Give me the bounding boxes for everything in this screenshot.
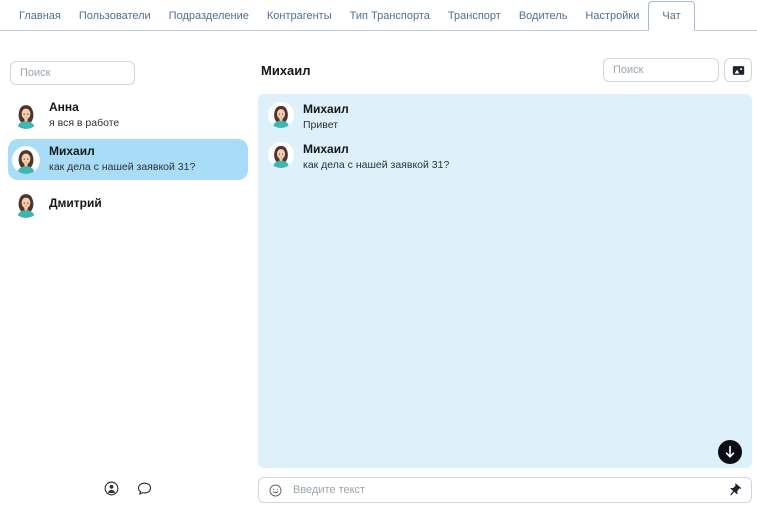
message-text: Привет (303, 119, 349, 132)
avatar (12, 146, 40, 174)
message-composer (258, 477, 752, 503)
chat-item-text: Михаил как дела с нашей заявкой 31? (49, 145, 195, 173)
messages-area: Михаил Привет Михаил как дела с нашей за… (258, 94, 752, 468)
chat-list-panel: Анна я вся в работе Михаил как дела с на… (8, 55, 248, 503)
image-icon (731, 64, 746, 77)
arrow-down-icon (718, 440, 742, 464)
chat-item-last-message: как дела с нашей заявкой 31? (49, 161, 195, 174)
chat-item-mikhail[interactable]: Михаил как дела с нашей заявкой 31? (8, 139, 248, 179)
chat-item-name: Михаил (49, 145, 195, 159)
avatar (268, 102, 294, 128)
chat-item-text: Дмитрий (49, 197, 102, 211)
chat-item-name: Дмитрий (49, 197, 102, 211)
chat-application-window: Главная Пользователи Подразделение Контр… (0, 0, 757, 507)
chat-item-name: Анна (49, 101, 119, 115)
message-content: Михаил Привет (303, 102, 349, 131)
conversation-title: Михаил (261, 63, 311, 78)
smiley-emoji-icon[interactable] (268, 483, 283, 498)
tab-voditel[interactable]: Водитель (510, 2, 577, 30)
chat-list-footer (8, 480, 248, 503)
tab-transport[interactable]: Транспорт (439, 2, 510, 30)
media-button[interactable] (724, 58, 752, 82)
chat-item-dmitriy[interactable]: Дмитрий (8, 184, 248, 224)
message-content: Михаил как дела с нашей заявкой 31? (303, 142, 449, 171)
chat-item-text: Анна я вся в работе (49, 101, 119, 129)
tab-podrazdelenie[interactable]: Подразделение (160, 2, 258, 30)
pushpin-icon[interactable] (727, 483, 742, 498)
message-sender: Михаил (303, 143, 449, 157)
chats-icon[interactable] (136, 480, 153, 497)
scroll-to-bottom-button[interactable] (718, 440, 742, 464)
chat-page: Анна я вся в работе Михаил как дела с на… (0, 31, 757, 507)
conversation-header: Михаил (258, 55, 752, 85)
message-search-input[interactable] (603, 58, 719, 82)
conversation-header-controls (603, 58, 752, 82)
tab-kontragenty[interactable]: Контрагенты (258, 2, 341, 30)
chat-list: Анна я вся в работе Михаил как дела с на… (8, 95, 248, 224)
tab-nastroyki[interactable]: Настройки (576, 2, 648, 30)
message-text-input[interactable] (293, 478, 717, 502)
message-sender: Михаил (303, 103, 349, 117)
avatar (12, 101, 40, 129)
message: Михаил Привет (268, 102, 742, 131)
avatar (12, 190, 40, 218)
conversation-panel: Михаил Михаил (258, 55, 752, 503)
message: Михаил как дела с нашей заявкой 31? (268, 142, 742, 171)
chat-item-last-message: я вся в работе (49, 117, 119, 130)
tab-polzovateli[interactable]: Пользователи (70, 2, 160, 30)
chat-item-anna[interactable]: Анна я вся в работе (8, 95, 248, 135)
message-text: как дела с нашей заявкой 31? (303, 159, 449, 172)
tab-tip-transporta[interactable]: Тип Транспорта (341, 2, 439, 30)
contacts-icon[interactable] (103, 480, 120, 497)
chat-list-search-input[interactable] (10, 61, 135, 85)
tab-chat[interactable]: Чат (648, 1, 694, 31)
avatar (268, 142, 294, 168)
main-tab-bar: Главная Пользователи Подразделение Контр… (0, 0, 757, 31)
tab-glavnaya[interactable]: Главная (10, 2, 70, 30)
